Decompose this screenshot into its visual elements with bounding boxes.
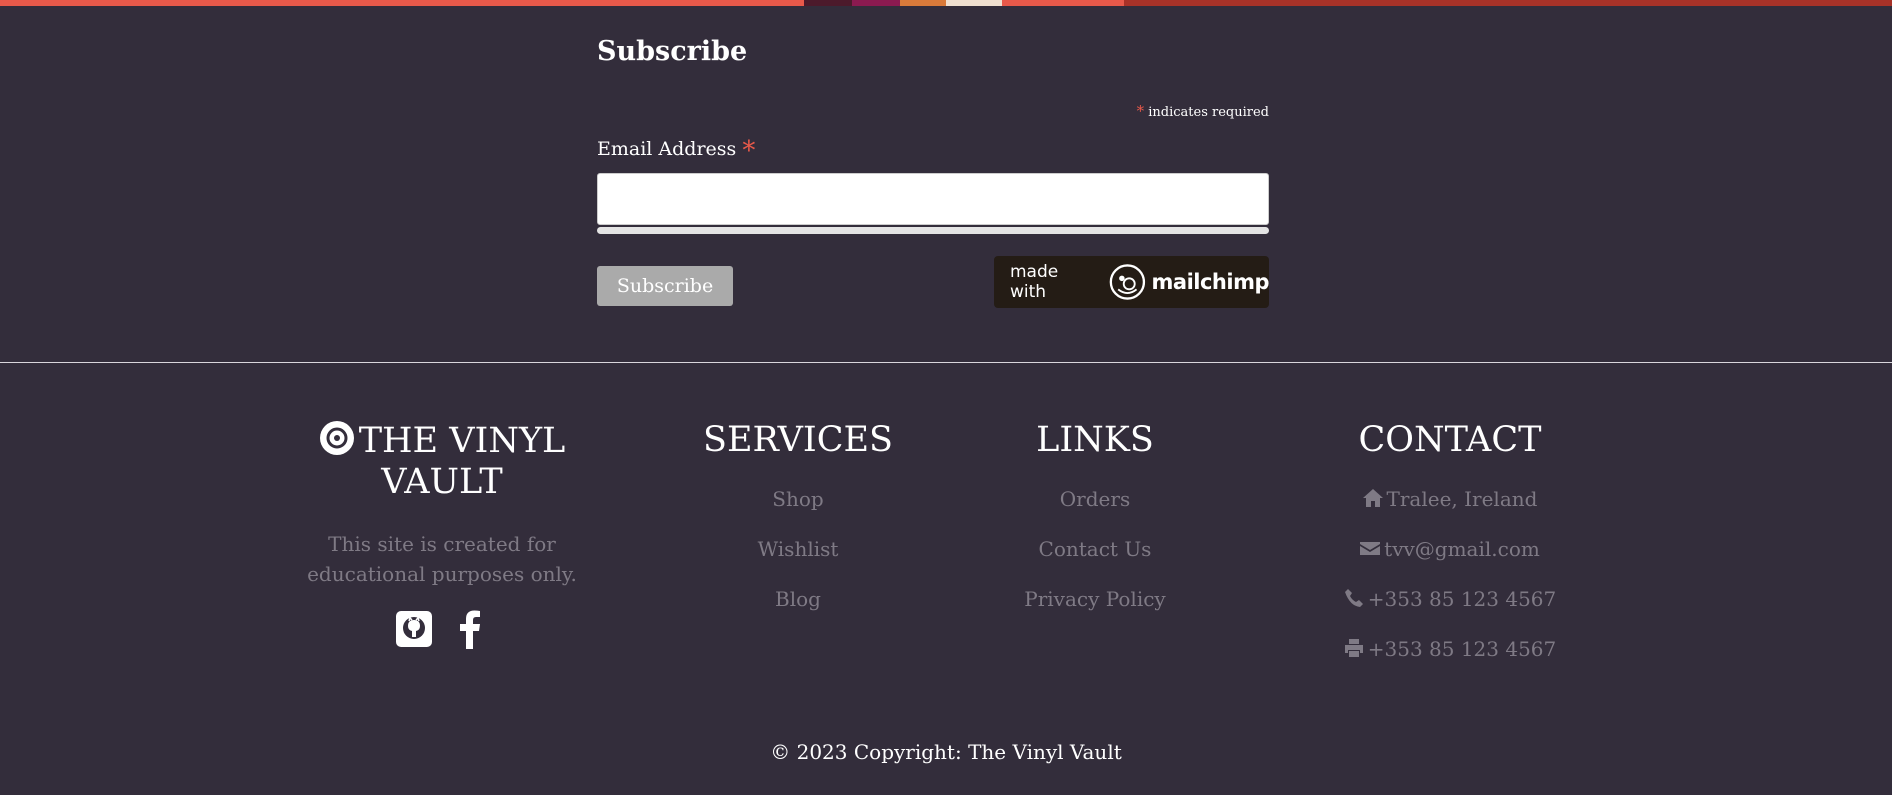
services-link[interactable]: Wishlist [698,537,898,587]
home-icon [1362,489,1383,507]
accent-stripe [900,0,946,6]
required-asterisk: * [1136,102,1145,120]
facebook-icon[interactable] [452,609,488,649]
social-links [280,609,604,649]
copyright: © 2023 Copyright: The Vinyl Vault [770,740,1122,764]
brand-title: THE VINYL VAULT [280,420,604,503]
services-link[interactable]: Shop [698,487,898,537]
phone-icon [1344,589,1363,607]
links-heading: LINKS [1036,420,1154,460]
envelope-icon [1360,542,1381,555]
services-list: Shop Wishlist Blog [698,487,898,637]
contact-heading: CONTACT [1358,420,1542,460]
contact-email[interactable]: tvv@gmail.com [1300,537,1600,587]
contact-fax-text: +353 85 123 4567 [1367,637,1557,661]
brand-description: This site is created for educational pur… [307,532,577,586]
accent-stripe [852,0,900,6]
contact-address: Tralee, Ireland [1300,487,1600,537]
badge-brand: mailchimp [1151,270,1270,294]
subscribe-button[interactable]: Subscribe [597,266,733,306]
contact-address-text: Tralee, Ireland [1386,487,1538,511]
contact-phone-text: +353 85 123 4567 [1367,587,1557,611]
email-label: Email Address * [597,136,755,166]
printer-icon [1344,639,1363,657]
subscribe-title: Subscribe [597,36,748,67]
contact-phone[interactable]: +353 85 123 4567 [1300,587,1600,637]
footer-link[interactable]: Orders [995,487,1195,537]
footer-services-column: SERVICES Shop Wishlist Blog [698,420,898,637]
vinyl-record-icon [319,421,354,455]
services-heading: SERVICES [702,420,894,460]
accent-stripe [946,0,1002,6]
footer-brand-column: THE VINYL VAULT This site is created for… [280,420,604,649]
github-icon[interactable] [396,609,432,649]
email-input[interactable] [597,173,1269,225]
badge-made-with: made with [1010,262,1059,302]
top-accent-bar [0,0,1892,6]
footer-link[interactable]: Contact Us [995,537,1195,587]
contact-fax: +353 85 123 4567 [1300,637,1600,687]
links-list: Orders Contact Us Privacy Policy [995,487,1195,637]
required-note: * indicates required [1137,102,1269,120]
mailchimp-badge[interactable]: made with mailchimp [994,256,1270,308]
accent-stripe [1124,0,1892,6]
footer-contact-column: CONTACT Tralee, Ireland tvv@gmail.com +3… [1300,420,1600,687]
required-note-text: indicates required [1148,105,1269,120]
services-link[interactable]: Blog [698,587,898,637]
footer-links-column: LINKS Orders Contact Us Privacy Policy [995,420,1195,637]
required-asterisk: * [742,136,756,166]
email-response-bar [597,227,1269,234]
contact-email-text: tvv@gmail.com [1384,537,1540,561]
footer-link[interactable]: Privacy Policy [995,587,1195,637]
section-divider [0,362,1892,363]
accent-stripe [1002,0,1124,6]
mailchimp-monkey-icon [1109,264,1145,300]
email-label-text: Email Address [597,138,737,160]
accent-stripe [804,0,852,6]
brand-title-text: THE VINYL VAULT [358,421,566,502]
contact-list: Tralee, Ireland tvv@gmail.com +353 85 12… [1300,487,1600,687]
accent-stripe [0,0,804,6]
